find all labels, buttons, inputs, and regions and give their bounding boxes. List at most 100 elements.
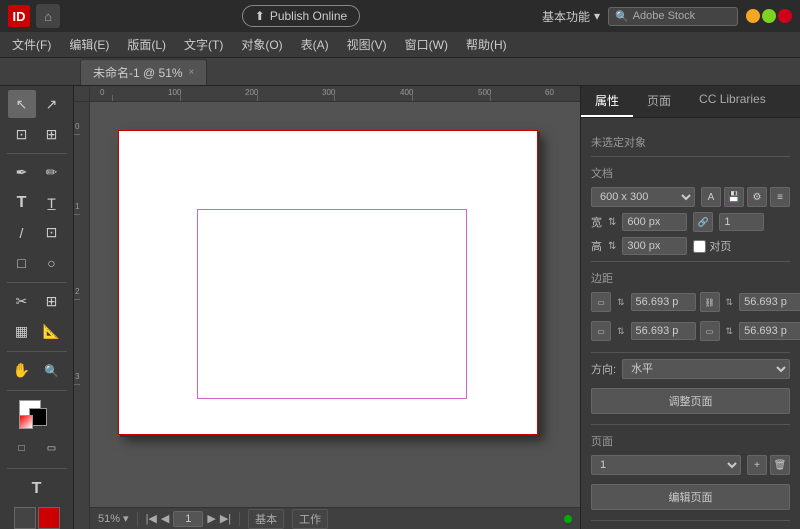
color-swatches[interactable] bbox=[19, 400, 55, 429]
edit-page-button[interactable]: 编辑页面 bbox=[591, 484, 790, 510]
doc-icon-save[interactable]: 💾 bbox=[724, 187, 744, 207]
rect-tool[interactable]: □ bbox=[8, 249, 36, 277]
tab-pages[interactable]: 页面 bbox=[633, 86, 685, 117]
swatch-2[interactable] bbox=[38, 507, 60, 529]
menu-layout[interactable]: 版面(L) bbox=[119, 33, 174, 56]
panel-divider-2 bbox=[591, 261, 790, 262]
minimize-button[interactable] bbox=[746, 9, 760, 23]
ruler-vertical: 0 1 2 3 bbox=[74, 102, 90, 529]
menu-table[interactable]: 表(A) bbox=[293, 33, 337, 56]
tool-row-9: ✋ 🔍 bbox=[8, 357, 66, 385]
doc-icon-a[interactable]: A bbox=[701, 187, 721, 207]
margin-top-row: ▭ ⇅ bbox=[591, 292, 696, 312]
type-tool[interactable]: T bbox=[8, 189, 36, 217]
publish-online-button[interactable]: ⬆ Publish Online bbox=[242, 5, 360, 27]
type-path-tool[interactable]: T̲ bbox=[38, 189, 66, 217]
last-page-button[interactable]: ▶| bbox=[220, 512, 231, 525]
measure-tool[interactable]: 📐 bbox=[38, 318, 66, 346]
pages-input[interactable] bbox=[719, 213, 764, 231]
page-num-row: 1 + 🗑 bbox=[591, 455, 790, 475]
menu-edit[interactable]: 编辑(E) bbox=[61, 33, 117, 56]
menu-file[interactable]: 文件(F) bbox=[4, 33, 59, 56]
doc-icon-settings[interactable]: ⚙ bbox=[747, 187, 767, 207]
margin-bottom-input[interactable] bbox=[631, 322, 696, 340]
page-number-input[interactable] bbox=[173, 511, 203, 527]
delete-page-button[interactable]: 🗑 bbox=[770, 455, 790, 475]
status-separator-1 bbox=[137, 512, 138, 526]
ruler-v-2: 2 bbox=[75, 287, 79, 296]
margin-right-row: ⛓ ⇅ bbox=[700, 292, 800, 312]
page-num-select[interactable]: 1 bbox=[591, 455, 741, 475]
margin-right-input[interactable] bbox=[739, 293, 800, 311]
adjust-page-button[interactable]: 调整页面 bbox=[591, 388, 790, 414]
facing-checkbox[interactable] bbox=[693, 240, 706, 253]
page-section-label: 页面 bbox=[591, 433, 790, 449]
home-button[interactable]: ⌂ bbox=[36, 4, 60, 28]
tab-cc-libraries[interactable]: CC Libraries bbox=[685, 86, 780, 117]
swatch-1[interactable] bbox=[14, 507, 36, 529]
tick-v-0 bbox=[74, 134, 80, 135]
menu-help[interactable]: 帮助(H) bbox=[458, 33, 515, 56]
select-tool[interactable]: ↖ bbox=[8, 90, 36, 118]
page-tool[interactable]: ⊡ bbox=[8, 120, 36, 148]
rect-frame-tool[interactable]: ⊡ bbox=[38, 219, 66, 247]
page-inner-rect bbox=[197, 209, 467, 399]
canvas-area[interactable]: 0 100 200 300 400 500 60 0 1 2 3 bbox=[74, 86, 580, 529]
height-input[interactable] bbox=[622, 237, 687, 255]
add-page-button[interactable]: + bbox=[747, 455, 767, 475]
menu-window[interactable]: 窗口(W) bbox=[397, 33, 456, 56]
tab-close-button[interactable]: × bbox=[189, 67, 195, 78]
tick-h-500 bbox=[490, 95, 491, 101]
height-row: 高 ⇅ 对页 bbox=[591, 237, 790, 255]
tool-row-3: ✒ ✏ bbox=[8, 159, 66, 187]
menu-view[interactable]: 视图(V) bbox=[339, 33, 395, 56]
prev-page-button[interactable]: ◀ bbox=[161, 512, 169, 525]
first-page-button[interactable]: |◀ bbox=[146, 512, 157, 525]
scissors-tool[interactable]: ✂ bbox=[8, 288, 36, 316]
document-tab[interactable]: 未命名-1 @ 51% × bbox=[80, 59, 207, 85]
doc-preset-select[interactable]: 600 x 300 bbox=[591, 187, 695, 207]
stock-search-box[interactable]: 🔍 Adobe Stock bbox=[608, 7, 738, 26]
tab-properties[interactable]: 属性 bbox=[581, 86, 633, 117]
width-input[interactable] bbox=[622, 213, 687, 231]
maximize-button[interactable] bbox=[762, 9, 776, 23]
normal-mode-btn[interactable]: □ bbox=[8, 435, 36, 463]
hand-tool[interactable]: ✋ bbox=[8, 357, 36, 385]
tool-row-6: □ ○ bbox=[8, 249, 66, 277]
gap-tool[interactable]: ⊞ bbox=[38, 120, 66, 148]
ellipse-tool[interactable]: ○ bbox=[38, 249, 66, 277]
chain-link-icon[interactable]: ⛓ bbox=[700, 292, 720, 312]
panel-content: 未选定对象 文档 600 x 300 A 💾 ⚙ ≡ 宽 ⇅ 🔗 bbox=[581, 118, 800, 529]
line-tool[interactable]: / bbox=[8, 219, 36, 247]
width-row: 宽 ⇅ 🔗 bbox=[591, 212, 790, 232]
type-bottom-tool[interactable]: T bbox=[23, 476, 51, 503]
status-separator-2 bbox=[239, 512, 240, 526]
page-white[interactable] bbox=[118, 130, 538, 435]
no-selection-label: 未选定对象 bbox=[591, 134, 790, 150]
margin-left-icon: ▭ bbox=[700, 321, 720, 341]
preview-mode-btn[interactable]: ▭ bbox=[38, 435, 66, 463]
zoom-tool[interactable]: 🔍 bbox=[38, 357, 66, 385]
margin-left-input[interactable] bbox=[739, 322, 800, 340]
width-link-icon[interactable]: 🔗 bbox=[693, 212, 713, 232]
menu-object[interactable]: 对象(O) bbox=[233, 33, 290, 56]
zoom-control[interactable]: 51% ▾ bbox=[98, 512, 129, 525]
pen-tool[interactable]: ✒ bbox=[8, 159, 36, 187]
tool-divider-4 bbox=[7, 390, 67, 391]
margin-top-input[interactable] bbox=[631, 293, 696, 311]
page-navigation: |◀ ◀ ▶ ▶| bbox=[146, 511, 232, 527]
doc-icon-more[interactable]: ≡ bbox=[770, 187, 790, 207]
menu-type[interactable]: 文字(T) bbox=[176, 33, 231, 56]
title-left: ID ⌂ bbox=[8, 4, 60, 28]
ruler-60: 60 bbox=[545, 88, 554, 97]
gradient-feather-tool[interactable]: ▦ bbox=[8, 318, 36, 346]
view-mode-row: □ ▭ bbox=[8, 435, 66, 463]
panel-divider-1 bbox=[591, 156, 790, 157]
next-page-button[interactable]: ▶ bbox=[207, 512, 215, 525]
pencil-tool[interactable]: ✏ bbox=[38, 159, 66, 187]
workspace-selector[interactable]: 基本功能 ▾ bbox=[542, 8, 600, 25]
transform-tool[interactable]: ⊞ bbox=[38, 288, 66, 316]
close-button[interactable] bbox=[778, 9, 792, 23]
direction-select[interactable]: 水平 bbox=[622, 359, 790, 379]
direct-select-tool[interactable]: ↗ bbox=[38, 90, 66, 118]
